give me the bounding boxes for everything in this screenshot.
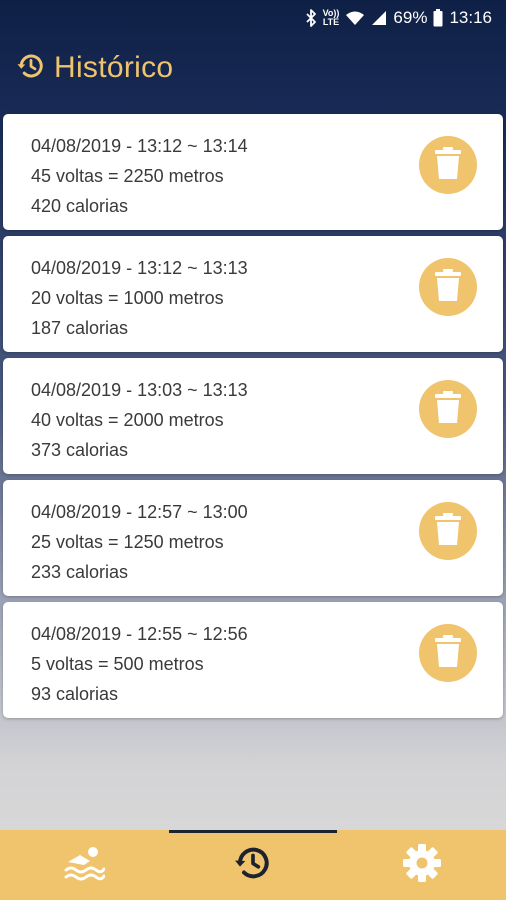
- history-card: 04/08/2019 - 13:12 ~ 13:13 20 voltas = 1…: [3, 236, 503, 352]
- volte-icon: Vo)) LTE: [323, 9, 340, 27]
- bluetooth-icon: [305, 9, 317, 27]
- volte-bottom-label: LTE: [322, 17, 340, 27]
- history-card: 04/08/2019 - 13:12 ~ 13:14 45 voltas = 2…: [3, 114, 503, 230]
- signal-icon: [371, 10, 387, 26]
- session-laps: 45 voltas = 2250 metros: [31, 166, 224, 186]
- history-icon: [16, 51, 46, 86]
- history-icon: [233, 843, 273, 888]
- delete-button[interactable]: [419, 502, 477, 560]
- history-card: 04/08/2019 - 12:55 ~ 12:56 5 voltas = 50…: [3, 602, 503, 718]
- status-bar: Vo)) LTE 69% 13:16: [0, 0, 506, 36]
- session-datetime: 04/08/2019 - 12:55 ~ 12:56: [31, 624, 248, 644]
- session-datetime: 04/08/2019 - 13:12 ~ 13:14: [31, 136, 248, 156]
- session-datetime: 04/08/2019 - 13:12 ~ 13:13: [31, 258, 248, 278]
- history-card: 04/08/2019 - 12:57 ~ 13:00 25 voltas = 1…: [3, 480, 503, 596]
- bottom-nav: [0, 830, 506, 900]
- session-laps: 40 voltas = 2000 metros: [31, 410, 224, 430]
- session-calories: 420 calorias: [31, 196, 129, 216]
- session-calories: 187 calorias: [31, 318, 129, 338]
- session-calories: 373 calorias: [31, 440, 129, 460]
- session-calories: 93 calorias: [31, 684, 119, 704]
- gear-icon: [402, 843, 442, 888]
- trash-icon: [435, 268, 461, 306]
- battery-percent: 69%: [393, 8, 428, 27]
- delete-button[interactable]: [419, 624, 477, 682]
- wifi-icon: [345, 10, 365, 26]
- session-datetime: 04/08/2019 - 13:03 ~ 13:13: [31, 380, 248, 400]
- page-title: Histórico: [54, 51, 174, 84]
- page-header: Histórico: [16, 48, 173, 88]
- trash-icon: [435, 634, 461, 672]
- nav-swim[interactable]: [0, 830, 169, 900]
- battery-icon: [433, 9, 443, 27]
- nav-settings[interactable]: [337, 830, 506, 900]
- session-calories: 233 calorias: [31, 562, 129, 582]
- trash-icon: [435, 512, 461, 550]
- swimmer-icon: [63, 844, 106, 887]
- session-datetime: 04/08/2019 - 12:57 ~ 13:00: [31, 502, 248, 522]
- session-laps: 20 voltas = 1000 metros: [31, 288, 224, 308]
- status-time: 13:16: [449, 8, 492, 27]
- delete-button[interactable]: [419, 136, 477, 194]
- delete-button[interactable]: [419, 258, 477, 316]
- history-card: 04/08/2019 - 13:03 ~ 13:13 40 voltas = 2…: [3, 358, 503, 474]
- session-laps: 25 voltas = 1250 metros: [31, 532, 224, 552]
- delete-button[interactable]: [419, 380, 477, 438]
- nav-history[interactable]: [168, 830, 338, 900]
- trash-icon: [435, 390, 461, 428]
- trash-icon: [435, 146, 461, 184]
- session-laps: 5 voltas = 500 metros: [31, 654, 204, 674]
